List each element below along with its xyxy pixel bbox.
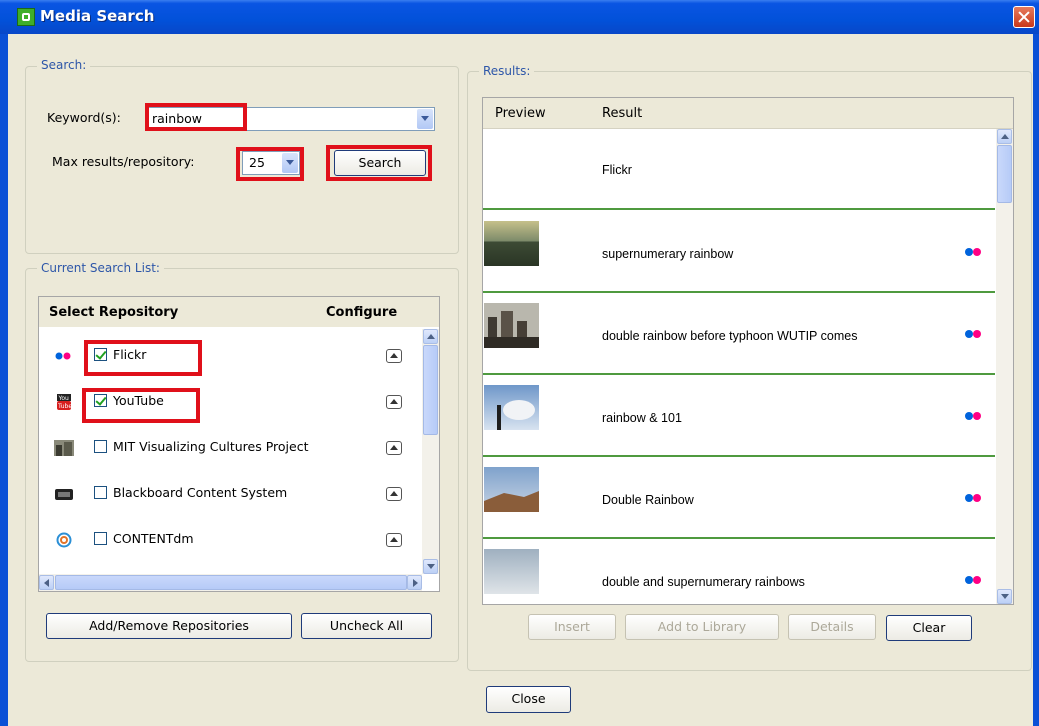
results-scroll-up-icon[interactable] — [997, 129, 1012, 144]
app-icon — [17, 8, 35, 26]
search-button[interactable]: Search — [334, 150, 426, 176]
repo-scroll-up-icon[interactable] — [423, 329, 438, 344]
repository-row-blackboard[interactable]: Blackboard Content System — [40, 475, 420, 521]
contentdm-checkbox[interactable] — [94, 532, 107, 545]
result-row[interactable]: double rainbow before typhoon WUTIP come… — [483, 292, 995, 375]
youtube-configure-button[interactable] — [386, 395, 402, 409]
preview-column-header: Preview — [495, 106, 546, 121]
results-group-label: Flickr — [602, 163, 632, 177]
result-row[interactable]: double and supernumerary rainbows — [483, 538, 995, 604]
select-repository-header: Select Repository — [49, 305, 179, 320]
flickr-source-icon — [965, 412, 985, 420]
keyword-combo[interactable]: rainbow — [145, 107, 435, 131]
max-results-dropdown-icon[interactable] — [282, 153, 298, 173]
mit-configure-button[interactable] — [386, 441, 402, 455]
flickr-source-icon — [965, 576, 985, 584]
mit-label: MIT Visualizing Cultures Project — [113, 439, 309, 454]
blackboard-configure-button[interactable] — [386, 487, 402, 501]
blackboard-icon — [55, 489, 73, 500]
svg-text:You: You — [58, 395, 70, 402]
flickr-source-icon — [965, 330, 985, 338]
result-text: double and supernumerary rainbows — [602, 575, 805, 589]
repository-list-vscrollbar[interactable] — [422, 329, 439, 574]
blackboard-label: Blackboard Content System — [113, 485, 288, 500]
max-results-value: 25 — [249, 155, 265, 170]
result-thumbnail — [484, 549, 539, 594]
results-scroll-thumb[interactable] — [997, 145, 1012, 203]
repo-hscroll-thumb[interactable] — [55, 575, 407, 590]
window-frame-left — [0, 34, 8, 726]
flickr-source-icon — [965, 494, 985, 502]
keyword-dropdown-icon[interactable] — [417, 109, 433, 129]
repository-list-header: Select Repository Configure — [39, 297, 439, 327]
search-list-legend: Current Search List: — [37, 261, 164, 275]
result-thumbnail — [484, 385, 539, 430]
repository-list: Select Repository Configure Flickr You Tu… — [38, 296, 440, 592]
contentdm-icon — [56, 532, 72, 548]
configure-header: Configure — [326, 305, 398, 320]
repository-row-flickr[interactable]: Flickr — [40, 337, 420, 383]
svg-text:Tube: Tube — [57, 403, 72, 410]
max-results-combo[interactable]: 25 — [242, 151, 300, 175]
title-bar: Media Search — [0, 0, 1039, 34]
repo-scroll-down-icon[interactable] — [423, 559, 438, 574]
repository-row-mit[interactable]: MIT Visualizing Cultures Project — [40, 429, 420, 475]
repository-row-youtube[interactable]: You Tube YouTube — [40, 383, 420, 429]
result-text: double rainbow before typhoon WUTIP come… — [602, 329, 858, 343]
details-button[interactable]: Details — [788, 614, 876, 640]
max-results-label: Max results/repository: — [52, 154, 195, 169]
results-legend: Results: — [479, 64, 535, 78]
flickr-checkbox[interactable] — [94, 348, 107, 361]
flickr-icon — [55, 352, 71, 360]
result-row[interactable]: rainbow & 101 — [483, 374, 995, 457]
result-thumbnail — [484, 303, 539, 348]
results-table: Preview Result Flickr supernumerary rain… — [482, 97, 1014, 605]
keyword-label: Keyword(s): — [47, 110, 121, 125]
blackboard-checkbox[interactable] — [94, 486, 107, 499]
uncheck-all-button[interactable]: Uncheck All — [301, 613, 432, 639]
flickr-configure-button[interactable] — [386, 349, 402, 363]
repo-scroll-left-icon[interactable] — [39, 575, 54, 590]
results-vscrollbar[interactable] — [996, 129, 1013, 604]
window-title: Media Search — [40, 7, 155, 25]
flickr-source-icon — [965, 248, 985, 256]
contentdm-label: CONTENTdm — [113, 531, 194, 546]
search-legend: Search: — [37, 58, 91, 72]
mit-checkbox[interactable] — [94, 440, 107, 453]
result-row[interactable]: Double Rainbow — [483, 456, 995, 539]
result-text: rainbow & 101 — [602, 411, 682, 425]
mit-icon — [54, 440, 74, 456]
clear-button[interactable]: Clear — [886, 615, 972, 641]
result-text: supernumerary rainbow — [602, 247, 734, 261]
contentdm-configure-button[interactable] — [386, 533, 402, 547]
window-frame-right — [1033, 34, 1039, 726]
repository-list-hscrollbar[interactable] — [39, 574, 422, 591]
result-text: Double Rainbow — [602, 493, 694, 507]
youtube-icon: YouTube — [57, 394, 72, 410]
repo-scroll-thumb[interactable] — [423, 345, 438, 435]
result-thumbnail — [484, 467, 539, 512]
repository-row-contentdm[interactable]: CONTENTdm — [40, 521, 420, 567]
result-column-header: Result — [602, 106, 643, 121]
insert-button[interactable]: Insert — [528, 614, 616, 640]
close-button[interactable]: Close — [486, 686, 571, 713]
results-group-row[interactable]: Flickr — [483, 129, 995, 210]
keyword-value: rainbow — [152, 111, 202, 126]
repo-scroll-right-icon[interactable] — [407, 575, 422, 590]
result-thumbnail — [484, 221, 539, 266]
youtube-label: YouTube — [113, 393, 164, 408]
result-row[interactable]: supernumerary rainbow — [483, 210, 995, 293]
results-table-header: Preview Result — [483, 98, 1013, 129]
flickr-label: Flickr — [113, 347, 147, 362]
results-scroll-down-icon[interactable] — [997, 589, 1012, 604]
add-to-library-button[interactable]: Add to Library — [625, 614, 779, 640]
window-close-button[interactable] — [1013, 6, 1035, 28]
youtube-checkbox[interactable] — [94, 394, 107, 407]
add-remove-repositories-button[interactable]: Add/Remove Repositories — [46, 613, 292, 639]
